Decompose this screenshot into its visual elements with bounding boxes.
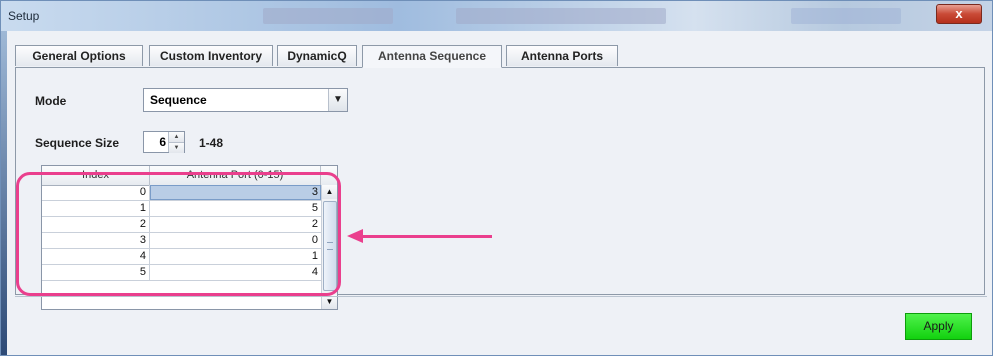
- table-row[interactable]: 5 4: [42, 265, 321, 281]
- apply-button[interactable]: Apply: [905, 313, 972, 340]
- scroll-up-icon[interactable]: ▲: [322, 185, 337, 199]
- sequence-size-range: 1-48: [199, 136, 224, 150]
- antenna-sequence-panel: Mode Sequence ▼ Sequence Size 6 ▲ ▼ 1-48…: [15, 68, 985, 310]
- tab-general-options[interactable]: General Options: [15, 45, 143, 66]
- table-row[interactable]: 2 2: [42, 217, 321, 233]
- index-cell[interactable]: 1: [42, 201, 150, 216]
- sequence-size-label: Sequence Size: [35, 136, 120, 150]
- spin-up-icon[interactable]: ▲: [169, 132, 184, 142]
- index-cell[interactable]: 5: [42, 265, 150, 280]
- chevron-down-icon[interactable]: ▼: [328, 89, 347, 111]
- title-bar[interactable]: Setup x: [1, 1, 992, 31]
- footer-divider: [15, 296, 987, 297]
- setup-window: Setup x General Options Custom Inventory…: [0, 0, 993, 356]
- annotation-arrow-shaft: [358, 235, 492, 238]
- tab-antenna-sequence[interactable]: Antenna Sequence: [362, 45, 502, 68]
- table-row[interactable]: 4 1: [42, 249, 321, 265]
- annotation-arrow-icon: [347, 229, 363, 243]
- close-button[interactable]: x: [936, 4, 982, 24]
- tab-antenna-ports[interactable]: Antenna Ports: [506, 45, 618, 66]
- table-header: Index Antenna Port (0-15): [42, 166, 337, 186]
- mode-label: Mode: [35, 94, 67, 108]
- antenna-sequence-table: Index Antenna Port (0-15) 0 3 1 5 2 2 3: [41, 165, 338, 310]
- sequence-size-spinner[interactable]: 6 ▲ ▼: [143, 131, 185, 153]
- table-scrollbar[interactable]: ▲ ▼: [321, 185, 337, 309]
- mode-select-value: Sequence: [150, 93, 207, 107]
- antenna-port-cell[interactable]: 5: [150, 201, 321, 216]
- window-title: Setup: [8, 9, 40, 23]
- blurred-background-region: [263, 8, 393, 24]
- index-cell[interactable]: 3: [42, 233, 150, 248]
- column-header-antenna-port[interactable]: Antenna Port (0-15): [150, 166, 321, 185]
- tab-custom-inventory[interactable]: Custom Inventory: [149, 45, 273, 66]
- antenna-port-cell[interactable]: 0: [150, 233, 321, 248]
- sequence-size-value[interactable]: 6: [159, 135, 166, 149]
- tab-strip: General Options Custom Inventory Dynamic…: [15, 45, 985, 68]
- spin-down-icon[interactable]: ▼: [169, 142, 184, 153]
- index-cell[interactable]: 2: [42, 217, 150, 232]
- column-header-index[interactable]: Index: [42, 166, 150, 185]
- antenna-port-cell[interactable]: 1: [150, 249, 321, 264]
- dialog-content: General Options Custom Inventory Dynamic…: [7, 31, 991, 355]
- mode-select[interactable]: Sequence ▼: [143, 88, 348, 112]
- scroll-down-icon[interactable]: ▼: [322, 295, 337, 309]
- scrollbar-thumb[interactable]: [323, 201, 337, 291]
- blurred-background-region: [456, 8, 666, 24]
- index-cell[interactable]: 4: [42, 249, 150, 264]
- blurred-background-region: [791, 8, 901, 24]
- tab-dynamicq[interactable]: DynamicQ: [277, 45, 357, 66]
- antenna-port-cell[interactable]: 2: [150, 217, 321, 232]
- table-row[interactable]: 3 0: [42, 233, 321, 249]
- antenna-port-cell[interactable]: 4: [150, 265, 321, 280]
- table-row[interactable]: 1 5: [42, 201, 321, 217]
- grip-icon: [327, 242, 333, 250]
- antenna-port-cell[interactable]: 3: [150, 185, 321, 200]
- table-row[interactable]: 0 3: [42, 185, 321, 201]
- index-cell[interactable]: 0: [42, 185, 150, 200]
